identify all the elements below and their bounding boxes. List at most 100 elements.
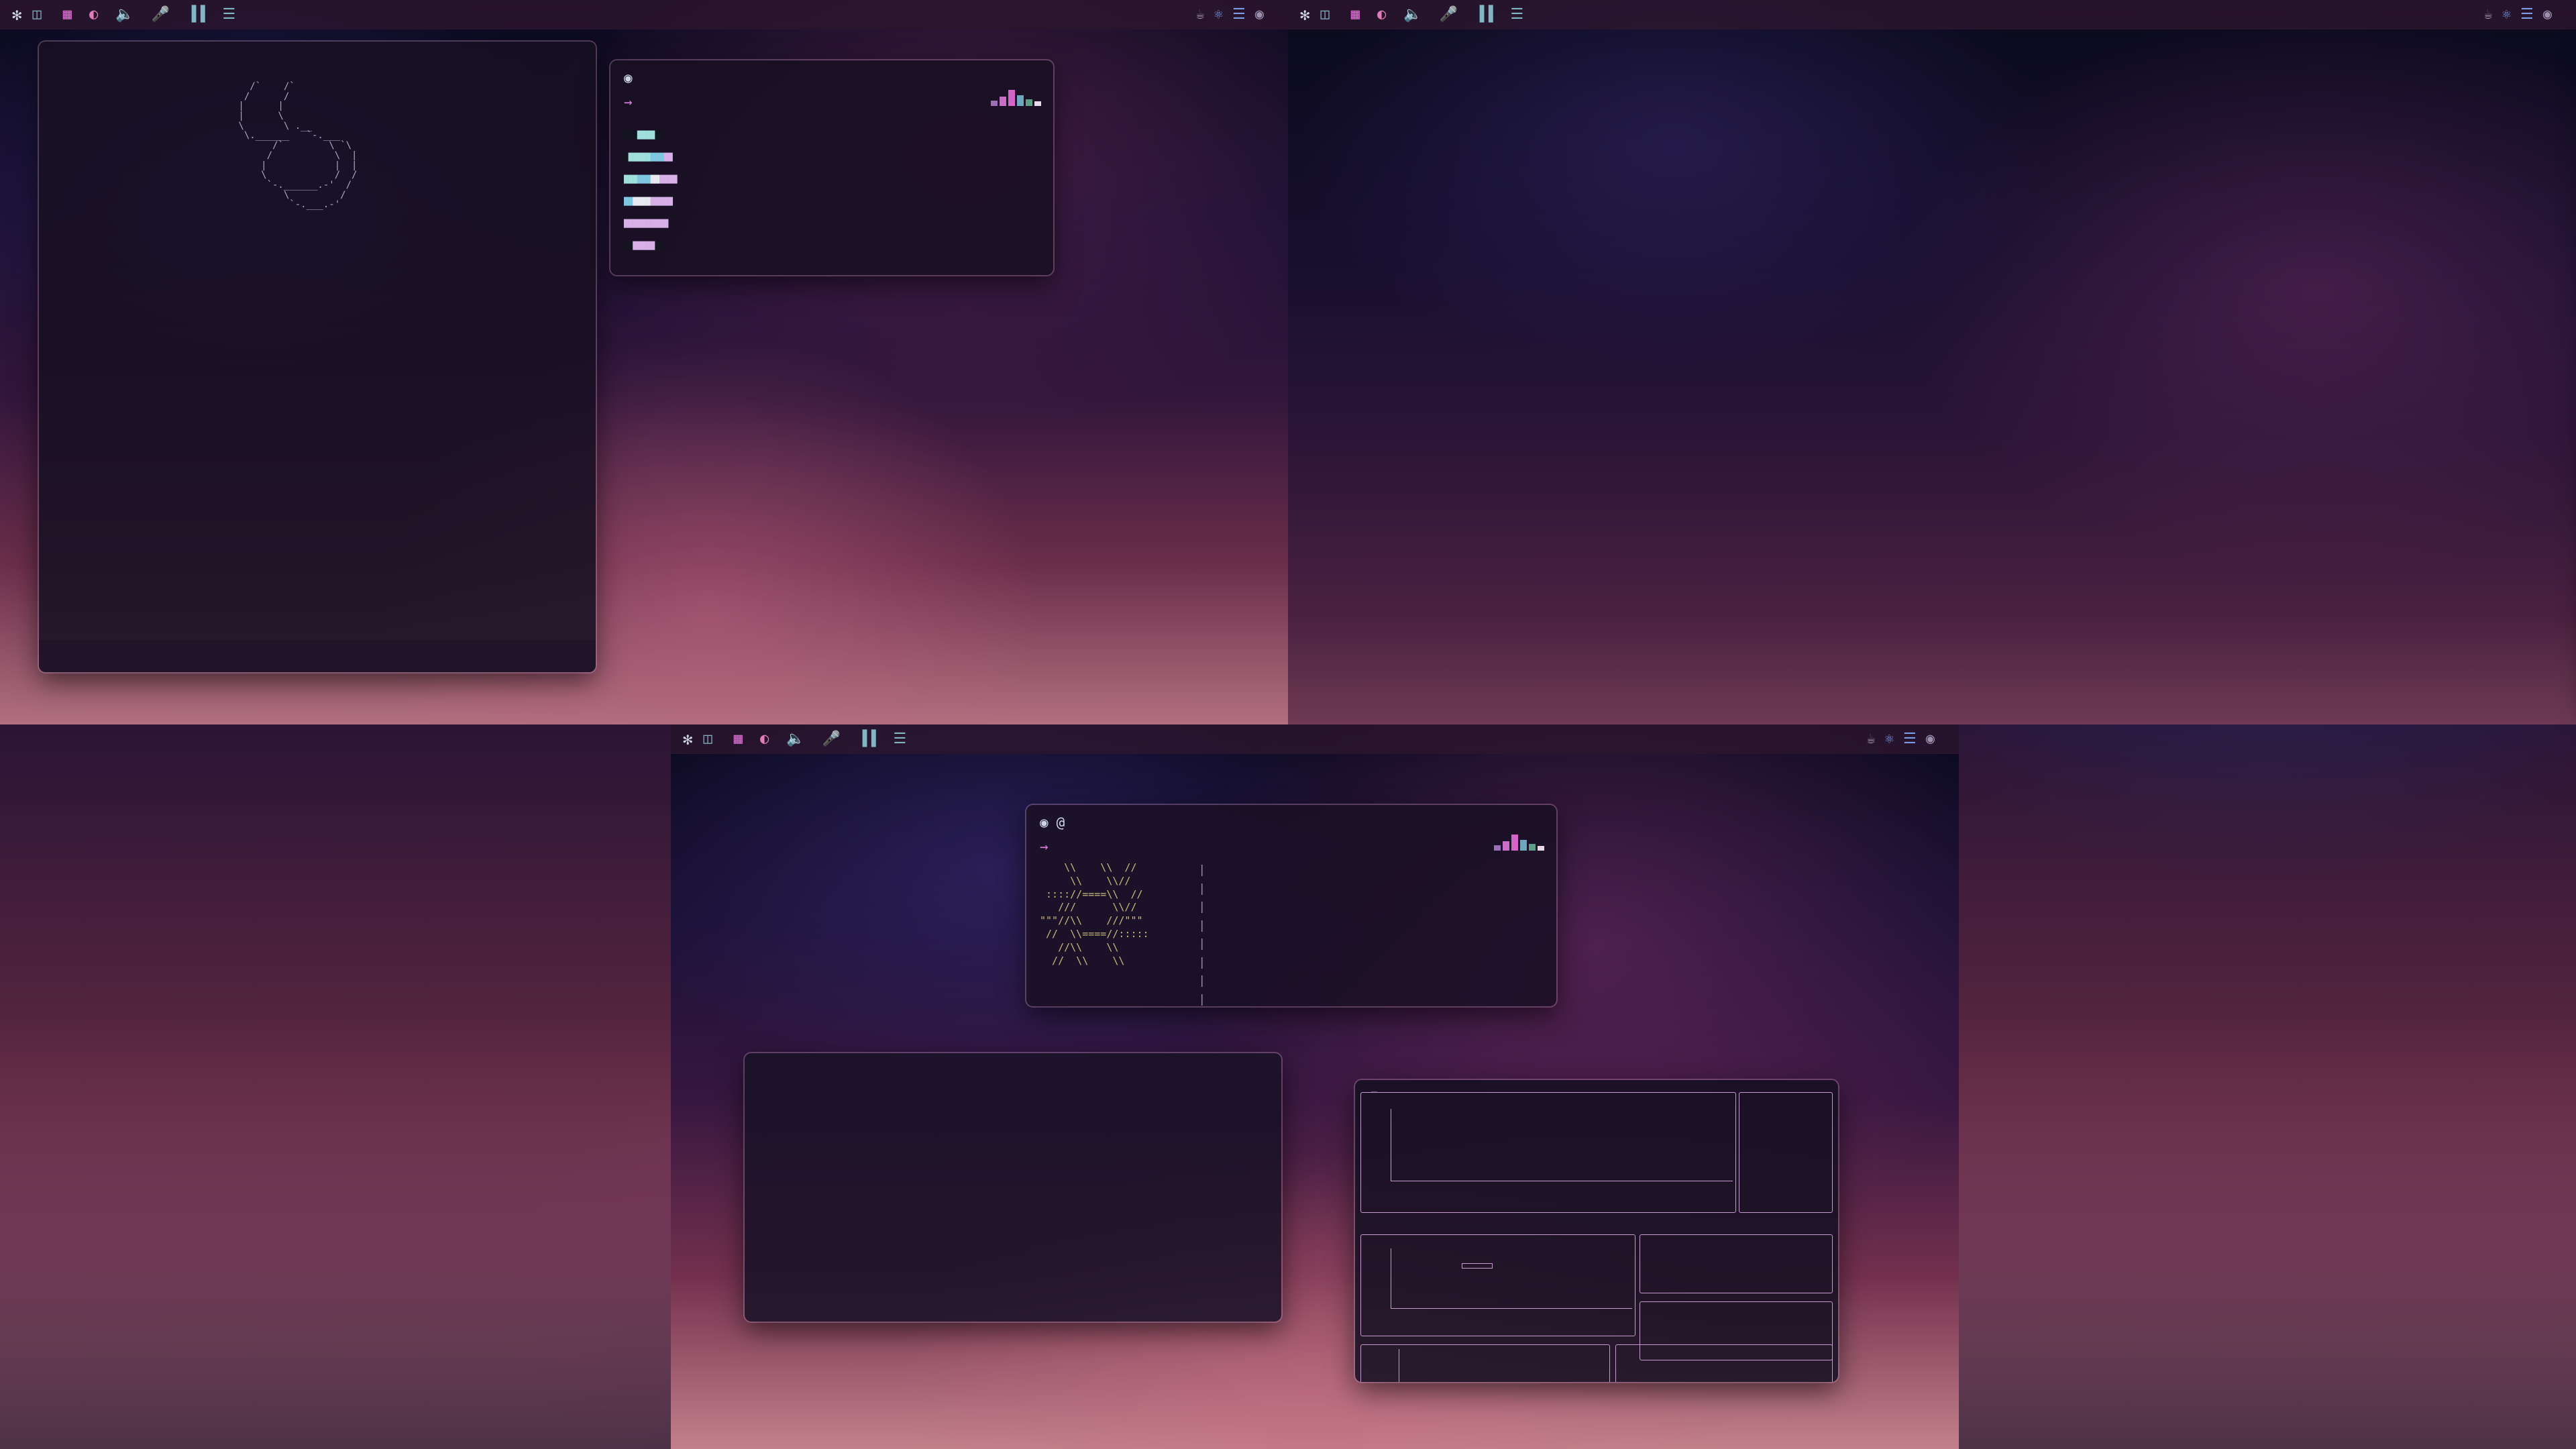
fetch-tag (1169, 954, 1199, 973)
volume-icon: 🔈 (786, 731, 805, 747)
nix-snowflake-icon[interactable]: ✻ (12, 7, 21, 23)
qutebrowser-status-bar[interactable] (39, 640, 596, 672)
network-signal-icon[interactable]: ☰ (2520, 7, 2534, 22)
monitor-1: ✻ ◫ ▦ ◐ 🔈 🎤 ▐▐ ☰ ☕ ⚛ ☰ ◉ /` /` / / | | |… (0, 0, 1288, 724)
terminal-command-line: → (1040, 839, 1049, 855)
memory-module[interactable]: ▐▐ (183, 7, 205, 22)
status-bar-monitor-3[interactable]: ✻ ◫ ▦ ◐ 🔈 🎤 ▐▐ ☰ ☕ ⚛ ☰ ◉ (671, 724, 1959, 754)
fetch-key (1212, 917, 1299, 936)
pokemon-terminal-window[interactable]: ◉ → ███ ████ ██ █ █████ ███ ██ █ ███ ███ ██ ████ … (610, 60, 1053, 275)
battery-module[interactable]: ▦ (1347, 7, 1360, 22)
fetch-key (1212, 991, 1299, 1006)
battery-module[interactable]: ▦ (730, 732, 743, 747)
microphone-icon: 🎤 (822, 731, 841, 747)
btop-memory-graph (1391, 1295, 1632, 1305)
workspace-tag-module[interactable]: ◫ (1320, 7, 1333, 22)
battery-icon: ▦ (62, 6, 72, 23)
btop-cpu-graph (1391, 1167, 1733, 1178)
fetch-key (1212, 861, 1299, 880)
fetch-tag (1169, 917, 1199, 936)
nixos-ascii-logo: \\ \\ // \\ \\// :::://====\\ // /// \\/… (1040, 861, 1149, 967)
prompt-bullet-icon: ◉ (1040, 814, 1049, 830)
brightness-module[interactable]: ◐ (756, 732, 769, 747)
cpu-icon: ☰ (222, 6, 236, 23)
terminal-prompt-line: ◉ (624, 70, 1040, 86)
terminal-command-line: → (624, 94, 633, 110)
cpu-icon: ☰ (1510, 6, 1524, 23)
brightness-icon: ◐ (1377, 6, 1387, 23)
coffee-off-icon[interactable]: ☕ (2484, 7, 2493, 22)
bluetooth-icon[interactable]: ⚛ (1885, 732, 1894, 747)
bluetooth-icon[interactable]: ⚛ (1214, 7, 1223, 22)
volume-module[interactable]: 🔈 (111, 7, 133, 22)
terminal-logo-icon (991, 89, 1041, 106)
list-item: | (1169, 972, 1299, 991)
layers-icon: ◫ (32, 6, 42, 23)
btop-memory-ram-box (1462, 1263, 1493, 1269)
nix-snowflake-icon[interactable]: ✻ (1300, 7, 1309, 23)
brightness-module[interactable]: ◐ (1373, 7, 1386, 22)
list-item: | (1169, 917, 1299, 936)
status-bar-monitor-1[interactable]: ✻ ◫ ▦ ◐ 🔈 🎤 ▐▐ ☰ ☕ ⚛ ☰ ◉ (0, 0, 1288, 30)
status-bar-monitor-2[interactable]: ✻ ◫ ▦ ◐ 🔈 🎤 ▐▐ ☰ ☕ ⚛ ☰ ◉ (1288, 0, 2576, 30)
list-item: | (1169, 991, 1299, 1006)
btop-temperatures-panel[interactable] (1640, 1234, 1833, 1293)
btop-cpu-side-panel[interactable] (1739, 1092, 1833, 1213)
fetch-key (1212, 972, 1299, 991)
memory-module[interactable]: ▐▐ (854, 732, 876, 747)
table-row (1640, 1306, 1832, 1307)
layers-icon: ◫ (703, 731, 712, 747)
cpu-module[interactable]: ☰ (890, 732, 907, 747)
btop-memory-panel[interactable] (1360, 1234, 1635, 1336)
pokemon-sprite: ███ ████ ██ █ █████ ███ ██ █ ███ ███ ██ ████ ██ ██… (624, 131, 678, 250)
disc-icon[interactable]: ◉ (1255, 7, 1264, 22)
list-item: | (1169, 935, 1299, 954)
qutebrowser-window[interactable]: /` /` / / | | | \ \ \ .__ \.______ `-.__… (39, 42, 596, 672)
microphone-module[interactable]: 🎤 (148, 7, 170, 22)
coffee-off-icon[interactable]: ☕ (1867, 732, 1876, 747)
list-item: | (1169, 880, 1299, 899)
fetch-tag (1169, 935, 1199, 954)
terminal-logo-icon (1494, 833, 1544, 851)
battery-module[interactable]: ▦ (59, 7, 72, 22)
fetch-key (1212, 954, 1299, 973)
volume-module[interactable]: 🔈 (1399, 7, 1421, 22)
prompt-bullet-icon: ◉ (624, 70, 633, 86)
cpu-module[interactable]: ☰ (219, 7, 236, 22)
btop-system-monitor[interactable]: — (1355, 1080, 1838, 1382)
volume-module[interactable]: 🔈 (782, 732, 804, 747)
battery-icon: ▦ (733, 731, 743, 747)
memory-module[interactable]: ▐▐ (1471, 7, 1493, 22)
nix-snowflake-icon[interactable]: ✻ (683, 731, 692, 747)
btop-network-panel[interactable] (1360, 1344, 1610, 1382)
btop-processes-panel[interactable] (1615, 1344, 1833, 1382)
workspace-tag-module[interactable]: ◫ (703, 732, 716, 747)
brightness-module[interactable]: ◐ (85, 7, 98, 22)
network-signal-icon[interactable]: ☰ (1903, 732, 1917, 747)
fetch-key (1212, 898, 1299, 917)
fetch-key (1212, 880, 1299, 899)
workspace-tag-module[interactable]: ◫ (32, 7, 45, 22)
microphone-module[interactable]: 🎤 (818, 732, 841, 747)
btop-cpu-title: — (1371, 1085, 1378, 1097)
microphone-icon: 🎤 (1439, 6, 1458, 23)
table-row (1640, 1239, 1832, 1240)
brightness-icon: ◐ (759, 731, 769, 747)
qutebrowser-ascii-logo: /` /` / / | | | \ \ \ .__ \.______ `-.__… (238, 81, 358, 211)
cpu-module[interactable]: ☰ (1507, 7, 1524, 22)
volume-icon: 🔈 (1403, 6, 1422, 23)
terminal-prompt-line: ◉ @ (1040, 814, 1065, 830)
btop-cpu-panel[interactable]: — (1360, 1085, 1736, 1213)
coffee-off-icon[interactable]: ☕ (1196, 7, 1205, 22)
list-item: | (1169, 861, 1299, 880)
microphone-module[interactable]: 🎤 (1436, 7, 1458, 22)
bluetooth-icon[interactable]: ⚛ (2502, 7, 2511, 22)
fetch-tag (1169, 991, 1199, 1006)
disc-icon[interactable]: ◉ (1926, 732, 1935, 747)
disc-icon[interactable]: ◉ (2543, 7, 2552, 22)
disfetch-terminal-window[interactable]: ◉ @ → \\ \\ // \\ \\// :::://====\\ // /… (1026, 805, 1556, 1006)
monitor-2: ✻ ◫ ▦ ◐ 🔈 🎤 ▐▐ ☰ ☕ ⚛ ☰ ◉ (1288, 0, 2576, 724)
cava-audio-visualizer[interactable] (745, 1053, 1281, 1322)
network-signal-icon[interactable]: ☰ (1232, 7, 1246, 22)
fetch-tag (1169, 972, 1199, 991)
